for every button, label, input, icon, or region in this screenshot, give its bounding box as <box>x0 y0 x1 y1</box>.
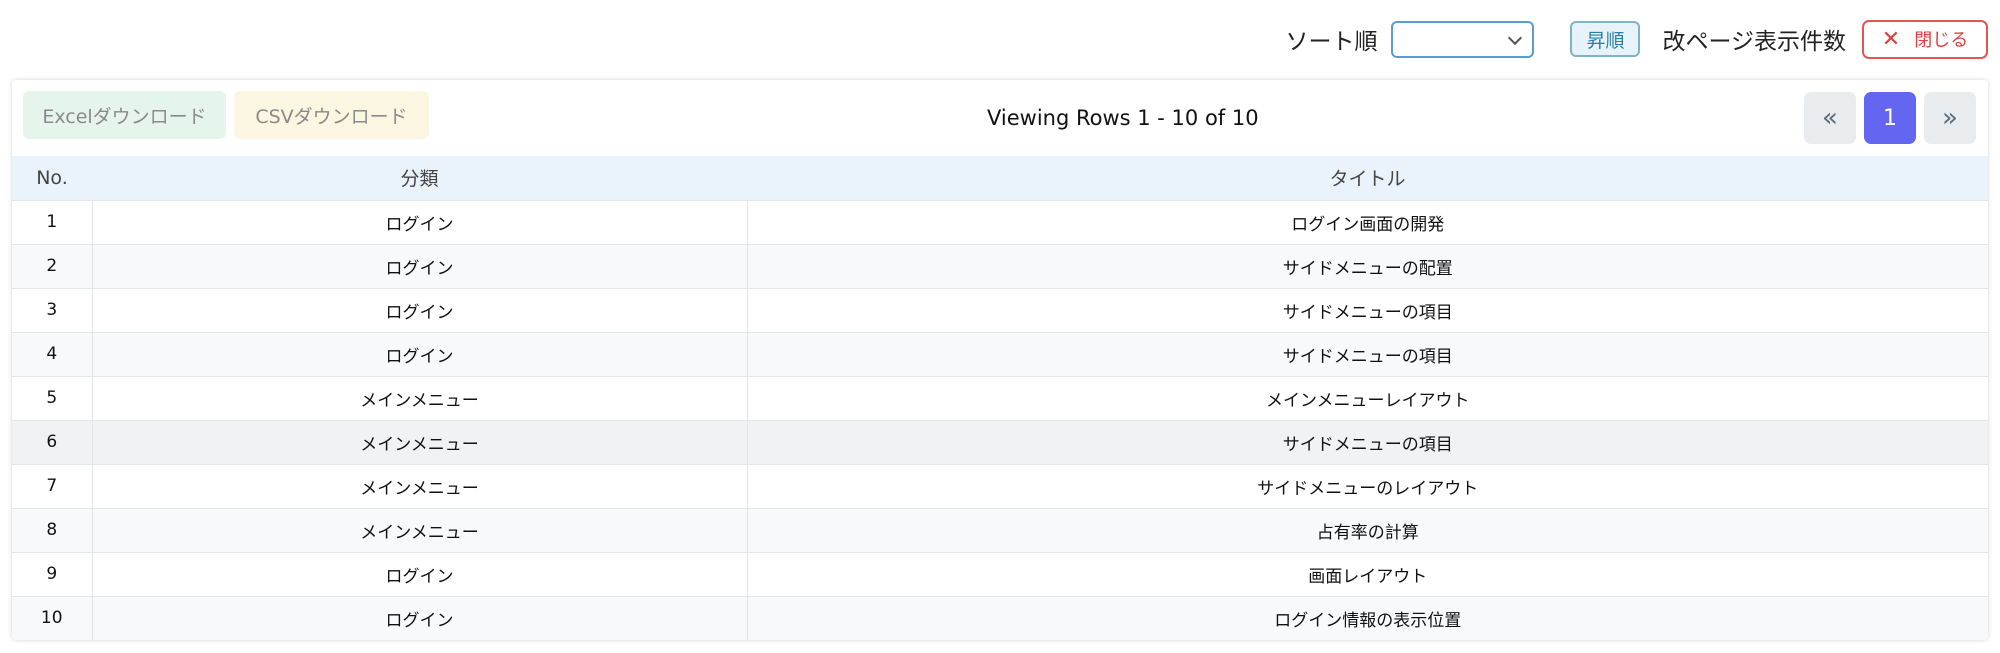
pagination: « 1 » <box>1796 92 1976 144</box>
cell-no: 5 <box>46 388 58 408</box>
cell-category: ログイン <box>91 552 747 596</box>
cell-no: 10 <box>40 608 63 629</box>
cell-title: 占有率の計算 <box>746 508 1988 552</box>
table-row[interactable]: 10 ログイン ログイン情報の表示位置 <box>12 596 1988 640</box>
cell-no: 1 <box>46 212 58 232</box>
cell-title: サイドメニューの配置 <box>746 244 1988 288</box>
cell-category: ログイン <box>91 288 747 332</box>
cell-category: メインメニュー <box>91 464 747 508</box>
cell-category: メインメニュー <box>91 508 747 552</box>
sort-select[interactable] <box>1391 20 1535 58</box>
cell-no: 7 <box>46 476 58 496</box>
cell-category: ログイン <box>91 332 747 376</box>
excel-download-button[interactable]: Excelダウンロード <box>23 91 226 139</box>
results-table: No. 分類 タイトル 1 ログイン ログイン画面の開発 2 ログイン サイドメ… <box>12 156 1988 640</box>
table-row[interactable]: 8 メインメニュー 占有率の計算 <box>12 508 1988 552</box>
header-category[interactable]: 分類 <box>92 156 747 200</box>
csv-download-button[interactable]: CSVダウンロード <box>234 91 429 139</box>
last-page-button[interactable]: » <box>1924 92 1976 144</box>
table-header-row: No. 分類 タイトル <box>12 156 1988 200</box>
viewing-rows-text: Viewing Rows 1 - 10 of 10 <box>987 106 1259 130</box>
table-row[interactable]: 1 ログイン ログイン画面の開発 <box>12 200 1988 244</box>
cell-category: ログイン <box>91 200 747 244</box>
cell-category: ログイン <box>91 596 747 640</box>
cell-no: 6 <box>46 432 58 452</box>
cell-title: サイドメニューの項目 <box>746 420 1988 464</box>
sort-label: ソート順 <box>1285 29 1378 55</box>
cell-no: 8 <box>46 520 58 540</box>
close-icon: ✕ <box>1881 26 1901 52</box>
header-no[interactable]: No. <box>12 156 92 200</box>
cell-no: 4 <box>46 344 58 364</box>
first-page-button[interactable]: « <box>1804 92 1856 144</box>
table-row[interactable]: 4 ログイン サイドメニューの項目 <box>12 332 1988 376</box>
panel-header: Excelダウンロード CSVダウンロード Viewing Rows 1 - 1… <box>12 80 1988 156</box>
cell-title: ログイン情報の表示位置 <box>746 596 1988 640</box>
cell-title: 画面レイアウト <box>746 552 1988 596</box>
cell-no: 3 <box>46 300 58 320</box>
close-button[interactable]: ✕ 閉じる <box>1862 19 1988 59</box>
cell-title: サイドメニューの項目 <box>746 332 1988 376</box>
table-row[interactable]: 6 メインメニュー サイドメニューの項目 <box>12 420 1988 464</box>
table-row[interactable]: 2 ログイン サイドメニューの配置 <box>12 244 1988 288</box>
cell-category: ログイン <box>91 244 747 288</box>
chevron-down-icon <box>1508 30 1523 45</box>
close-button-label: 閉じる <box>1914 30 1969 51</box>
results-panel: Excelダウンロード CSVダウンロード Viewing Rows 1 - 1… <box>12 80 1988 640</box>
cell-title: メインメニューレイアウト <box>746 376 1988 420</box>
header-title[interactable]: タイトル <box>747 156 1988 200</box>
cell-title: サイドメニューのレイアウト <box>746 464 1988 508</box>
cell-title: ログイン画面の開発 <box>746 200 1988 244</box>
table-row[interactable]: 5 メインメニュー メインメニューレイアウト <box>12 376 1988 420</box>
toolbar: ソート順 昇順 改ページ表示件数 ✕ 閉じる <box>1285 18 1988 60</box>
cell-title: サイドメニューの項目 <box>746 288 1988 332</box>
cell-category: メインメニュー <box>91 376 747 420</box>
table-row[interactable]: 3 ログイン サイドメニューの項目 <box>12 288 1988 332</box>
cell-no: 9 <box>46 564 58 584</box>
cell-no: 2 <box>46 256 58 276</box>
cell-category: メインメニュー <box>91 420 747 464</box>
ascending-button[interactable]: 昇順 <box>1570 21 1641 57</box>
page-size-label: 改ページ表示件数 <box>1662 29 1846 55</box>
table-row[interactable]: 9 ログイン 画面レイアウト <box>12 552 1988 596</box>
table-row[interactable]: 7 メインメニュー サイドメニューのレイアウト <box>12 464 1988 508</box>
page-button-current[interactable]: 1 <box>1864 92 1916 144</box>
